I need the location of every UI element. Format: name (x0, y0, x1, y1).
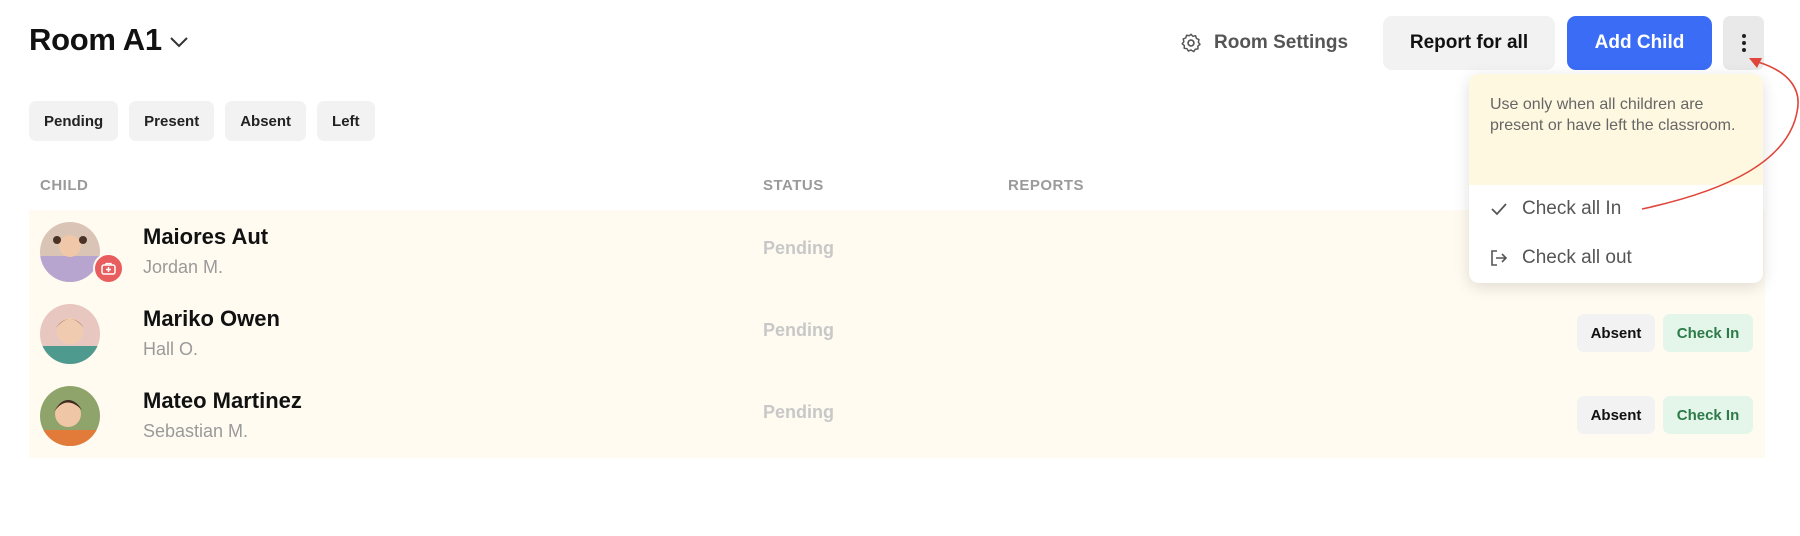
add-child-button[interactable]: Add Child (1567, 16, 1712, 70)
mark-absent-button[interactable]: Absent (1577, 314, 1655, 352)
filter-left[interactable]: Left (317, 101, 375, 141)
table-row[interactable]: Mateo Martinez Sebastian M. Pending Abse… (29, 374, 1765, 456)
more-options-menu: Use only when all children are present o… (1469, 74, 1763, 283)
avatar (40, 304, 100, 364)
guardian-name: Hall O. (143, 339, 199, 359)
exit-icon (1491, 250, 1508, 266)
status-text: Pending (763, 402, 834, 422)
more-options-button[interactable] (1723, 16, 1764, 70)
avatar (40, 386, 100, 446)
menu-note: Use only when all children are present o… (1469, 74, 1763, 185)
filter-absent[interactable]: Absent (225, 101, 307, 141)
check-in-button[interactable]: Check In (1663, 314, 1753, 352)
check-in-button[interactable]: Check In (1663, 396, 1753, 434)
check-all-out-item[interactable]: Check all out (1489, 245, 1632, 271)
mark-absent-button[interactable]: Absent (1577, 396, 1655, 434)
table-row[interactable]: Mariko Owen Hall O. Pending Absent Check… (29, 292, 1765, 374)
child-name[interactable]: Mateo Martinez (143, 388, 302, 414)
filter-present[interactable]: Present (129, 101, 215, 141)
status-filters: Pending Present Absent Left (29, 101, 375, 141)
gear-icon (1181, 33, 1201, 53)
child-name[interactable]: Mariko Owen (143, 306, 280, 332)
room-settings-button[interactable]: Room Settings (1180, 24, 1348, 62)
medical-kit-icon (93, 253, 124, 284)
check-all-out-label: Check all out (1522, 247, 1632, 268)
check-all-in-item[interactable]: Check all In (1489, 196, 1621, 222)
chevron-down-icon[interactable] (168, 31, 190, 53)
checkmark-icon (1491, 203, 1507, 216)
column-header-reports: REPORTS (1008, 177, 1085, 194)
column-header-child: CHILD (40, 177, 89, 194)
avatar (40, 222, 100, 282)
child-name[interactable]: Maiores Aut (143, 224, 268, 250)
status-text: Pending (763, 320, 834, 340)
check-all-in-label: Check all In (1522, 198, 1622, 219)
room-title: Room A1 (29, 22, 162, 57)
column-header-status: STATUS (763, 177, 824, 194)
report-for-all-button[interactable]: Report for all (1383, 16, 1555, 70)
kebab-icon (1741, 34, 1746, 52)
filter-pending[interactable]: Pending (29, 101, 119, 141)
guardian-name: Sebastian M. (143, 421, 249, 441)
guardian-name: Jordan M. (143, 257, 224, 277)
status-text: Pending (763, 238, 834, 258)
room-settings-label: Room Settings (1214, 32, 1349, 53)
